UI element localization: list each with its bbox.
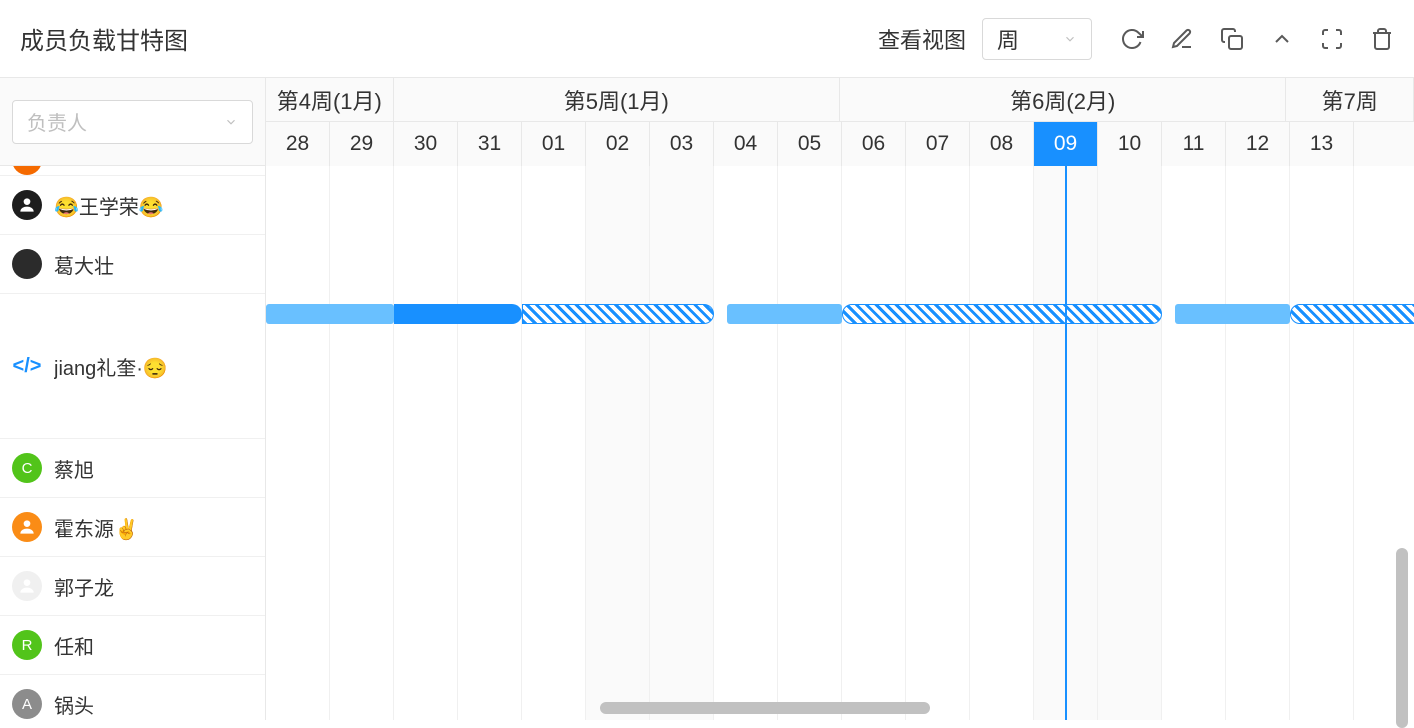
week-cell: 第4周(1月) bbox=[266, 78, 394, 122]
day-cell[interactable]: 12 bbox=[1226, 122, 1290, 166]
member-name: 霍东源✌️ bbox=[54, 513, 139, 542]
member-row[interactable] bbox=[0, 166, 265, 176]
avatar bbox=[12, 249, 42, 279]
header: 成员负载甘特图 查看视图 周 bbox=[0, 0, 1414, 78]
member-row[interactable]: R 任和 bbox=[0, 616, 265, 675]
member-row[interactable]: 😂王学荣😂 bbox=[0, 176, 265, 235]
gantt-row bbox=[266, 557, 1414, 616]
chevron-down-icon bbox=[1063, 32, 1077, 46]
collapse-icon[interactable] bbox=[1270, 27, 1294, 51]
sidebar: 负责人 😂王学荣😂 葛大壮 </> jiang礼奎·😔 C 蔡旭霍东源✌️ 郭子龙 R 任和 A锅… bbox=[0, 78, 266, 720]
avatar: C bbox=[12, 453, 42, 483]
avatar bbox=[12, 512, 42, 542]
member-name: 锅头 bbox=[54, 690, 94, 719]
gantt-row bbox=[266, 176, 1414, 235]
gantt-body[interactable] bbox=[266, 166, 1414, 720]
avatar bbox=[12, 190, 42, 220]
member-row[interactable]: 郭子龙 bbox=[0, 557, 265, 616]
avatar: A bbox=[12, 689, 42, 719]
week-cell: 第5周(1月) bbox=[394, 78, 840, 122]
member-name: 蔡旭 bbox=[54, 454, 94, 483]
member-row[interactable]: C 蔡旭 bbox=[0, 439, 265, 498]
view-label: 查看视图 bbox=[878, 23, 966, 55]
day-cell[interactable]: 28 bbox=[266, 122, 330, 166]
day-cell[interactable]: 02 bbox=[586, 122, 650, 166]
day-cell[interactable]: 10 bbox=[1098, 122, 1162, 166]
member-name: jiang礼奎·😔 bbox=[54, 352, 168, 381]
day-cell-today[interactable]: 09 bbox=[1034, 122, 1098, 166]
member-list[interactable]: 😂王学荣😂 葛大壮 </> jiang礼奎·😔 C 蔡旭霍东源✌️ 郭子龙 R 任和 A 锅头 bbox=[0, 166, 265, 720]
day-cell[interactable] bbox=[1354, 122, 1414, 166]
day-cell[interactable]: 07 bbox=[906, 122, 970, 166]
member-row[interactable]: </> jiang礼奎·😔 bbox=[0, 294, 265, 439]
day-cell[interactable]: 13 bbox=[1290, 122, 1354, 166]
day-cell[interactable]: 11 bbox=[1162, 122, 1226, 166]
day-cell[interactable]: 01 bbox=[522, 122, 586, 166]
delete-icon[interactable] bbox=[1370, 27, 1394, 51]
day-cell[interactable]: 30 bbox=[394, 122, 458, 166]
day-cell[interactable]: 05 bbox=[778, 122, 842, 166]
gantt-row bbox=[266, 439, 1414, 498]
day-cell[interactable]: 04 bbox=[714, 122, 778, 166]
gantt-bar[interactable] bbox=[1175, 304, 1290, 324]
avatar: R bbox=[12, 630, 42, 660]
view-select-value: 周 bbox=[997, 23, 1019, 55]
member-name: 葛大壮 bbox=[54, 250, 114, 279]
day-cell[interactable]: 06 bbox=[842, 122, 906, 166]
gantt-row bbox=[266, 294, 1414, 439]
day-cell[interactable]: 08 bbox=[970, 122, 1034, 166]
gantt-header: 第4周(1月)第5周(1月)第6周(2月)第7周 282930310102030… bbox=[266, 78, 1414, 166]
sidebar-header: 负责人 bbox=[0, 78, 265, 166]
fullscreen-icon[interactable] bbox=[1320, 27, 1344, 51]
gantt-row bbox=[266, 235, 1414, 294]
copy-icon[interactable] bbox=[1220, 27, 1244, 51]
toolbar-icons bbox=[1120, 27, 1394, 51]
gantt-row bbox=[266, 616, 1414, 675]
gantt-row bbox=[266, 166, 1414, 176]
chevron-down-icon bbox=[224, 115, 238, 129]
week-row: 第4周(1月)第5周(1月)第6周(2月)第7周 bbox=[266, 78, 1414, 122]
day-row: 2829303101020304050607080910111213 bbox=[266, 122, 1414, 166]
member-name: 😂王学荣😂 bbox=[54, 191, 164, 220]
owner-select[interactable]: 负责人 bbox=[12, 100, 253, 144]
gantt-bar[interactable] bbox=[842, 304, 1162, 324]
avatar bbox=[12, 571, 42, 601]
edit-icon[interactable] bbox=[1170, 27, 1194, 51]
gantt-bar[interactable] bbox=[522, 304, 714, 324]
view-select[interactable]: 周 bbox=[982, 18, 1092, 60]
gantt-bar[interactable] bbox=[727, 304, 842, 324]
avatar bbox=[12, 166, 42, 175]
gantt-rows bbox=[266, 166, 1414, 720]
horizontal-scrollbar[interactable] bbox=[600, 702, 930, 714]
gantt-bar[interactable] bbox=[266, 304, 394, 324]
member-row[interactable]: 霍东源✌️ bbox=[0, 498, 265, 557]
main: 负责人 😂王学荣😂 葛大壮 </> jiang礼奎·😔 C 蔡旭霍东源✌️ 郭子龙 R 任和 A锅… bbox=[0, 78, 1414, 720]
page-title: 成员负载甘特图 bbox=[20, 21, 188, 56]
gantt-bar[interactable] bbox=[1290, 304, 1414, 324]
day-cell[interactable]: 03 bbox=[650, 122, 714, 166]
avatar: </> bbox=[12, 351, 42, 381]
member-name: 任和 bbox=[54, 631, 94, 660]
vertical-scrollbar[interactable] bbox=[1396, 548, 1408, 728]
owner-select-placeholder: 负责人 bbox=[27, 107, 87, 136]
today-line bbox=[1065, 166, 1067, 720]
member-row[interactable]: 葛大壮 bbox=[0, 235, 265, 294]
day-cell[interactable]: 31 bbox=[458, 122, 522, 166]
gantt-bar[interactable] bbox=[394, 304, 522, 324]
member-name: 郭子龙 bbox=[54, 572, 114, 601]
day-cell[interactable]: 29 bbox=[330, 122, 394, 166]
refresh-icon[interactable] bbox=[1120, 27, 1144, 51]
member-row[interactable]: A 锅头 bbox=[0, 675, 265, 720]
week-cell: 第6周(2月) bbox=[840, 78, 1286, 122]
week-cell: 第7周 bbox=[1286, 78, 1414, 122]
gantt-row bbox=[266, 498, 1414, 557]
gantt-area: 第4周(1月)第5周(1月)第6周(2月)第7周 282930310102030… bbox=[266, 78, 1414, 720]
header-right: 查看视图 周 bbox=[878, 18, 1394, 60]
